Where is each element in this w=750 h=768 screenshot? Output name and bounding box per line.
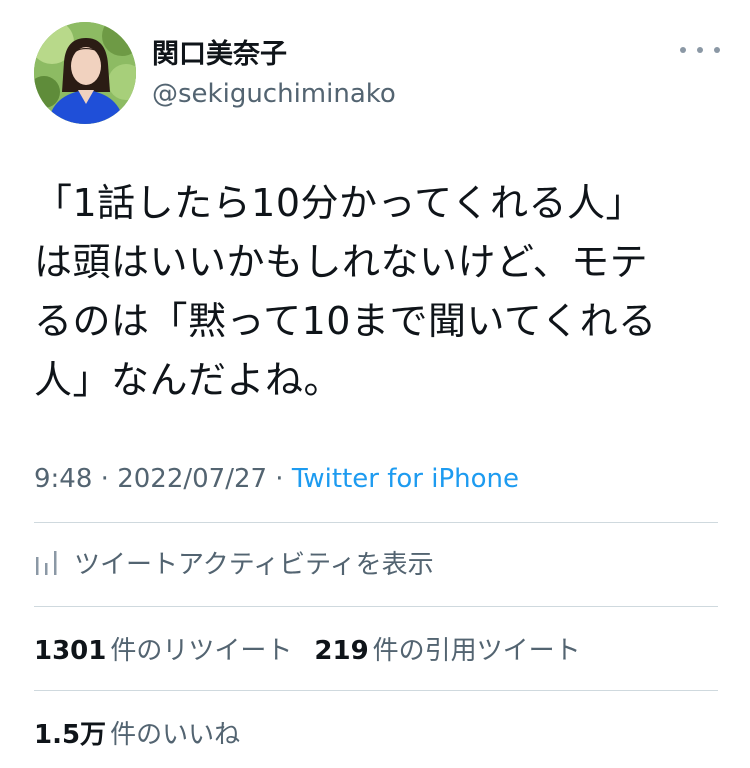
avatar-photo (34, 22, 136, 124)
tweet-meta: 9:48 · 2022/07/27 · Twitter for iPhone (34, 462, 519, 496)
retweet-label: 件のリツイート (110, 635, 293, 666)
tweet-text-line: は頭はいいかもしれないけど、モテ (34, 240, 649, 284)
tweet-text-line: るのは「黙って10まで聞いてくれる (34, 299, 657, 343)
avatar[interactable] (34, 22, 136, 124)
bar-chart-icon (36, 551, 57, 575)
meta-separator: · (92, 464, 118, 494)
retweet-count: 1301 (34, 635, 107, 666)
meta-separator: · (267, 464, 292, 494)
tweet-time: 9:48 (34, 464, 93, 494)
likes-stat[interactable]: 1.5万 件のいいね (34, 714, 240, 751)
tweet-detail: 関口美奈子 @sekiguchiminako 「1話したら10分かってくれる人」… (0, 0, 750, 768)
tweet-text-line: 人」なんだよね。 (34, 358, 343, 402)
quote-count: 219 (314, 635, 369, 666)
author-handle[interactable]: @sekiguchiminako (152, 78, 396, 110)
more-options-button[interactable] (680, 40, 720, 60)
engagement-stats-row: 1301 件のリツイート 219 件の引用ツイート (34, 628, 603, 668)
divider (34, 606, 718, 607)
like-count: 1.5万 (34, 719, 107, 750)
tweet-text-line: 「1話したら10分かってくれる人」 (34, 181, 644, 225)
more-dot-icon (714, 47, 720, 53)
tweet-activity-label: ツイートアクティビティを表示 (74, 549, 434, 580)
likes-stats-row: 1.5万 件のいいね (34, 712, 262, 752)
tweet-source-link[interactable]: Twitter for iPhone (292, 464, 519, 494)
tweet-text: 「1話したら10分かってくれる人」 は頭はいいかもしれないけど、モテ るのは「黙… (34, 174, 724, 410)
divider (34, 522, 718, 523)
more-dot-icon (680, 47, 686, 53)
tweet-activity-button[interactable]: ツイートアクティビティを表示 (34, 542, 434, 582)
like-label: 件のいいね (110, 719, 241, 750)
author-name[interactable]: 関口美奈子 (152, 38, 287, 72)
divider (34, 690, 718, 691)
retweets-stat[interactable]: 1301 件のリツイート (34, 630, 292, 667)
quotes-stat[interactable]: 219 件の引用ツイート (314, 630, 580, 667)
quote-label: 件の引用ツイート (372, 635, 581, 666)
more-dot-icon (697, 47, 703, 53)
tweet-date[interactable]: 2022/07/27 (117, 464, 267, 494)
